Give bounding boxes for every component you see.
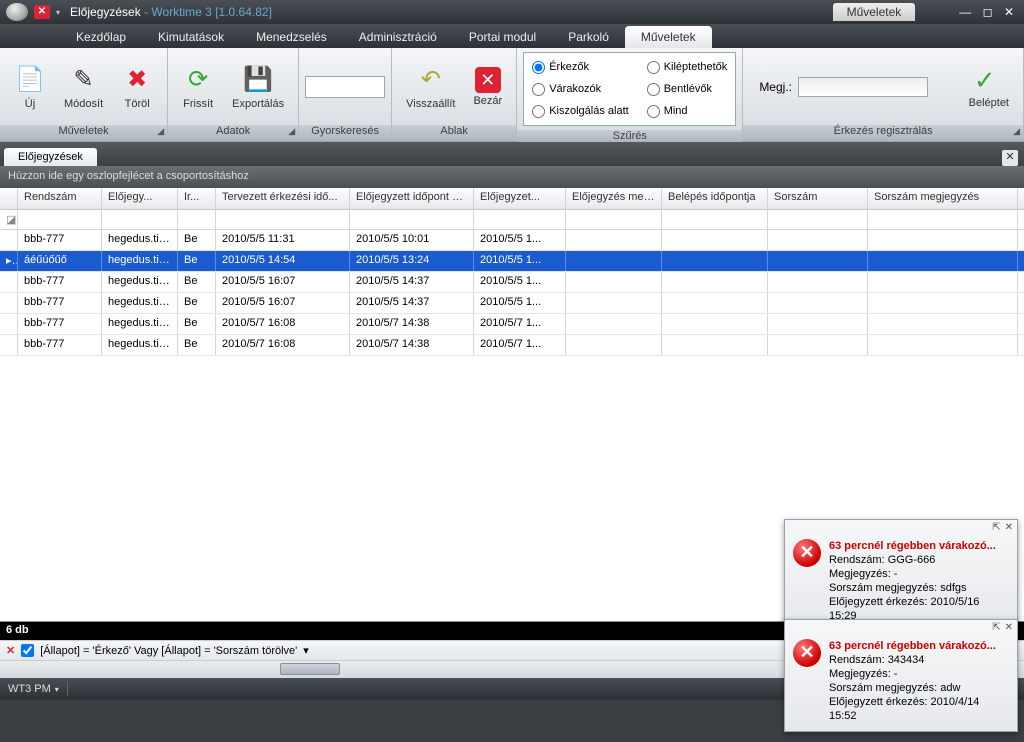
tab-kimutatasok[interactable]: Kimutatások [142, 26, 240, 48]
col-elojegyz2[interactable]: Előjegyzet... [474, 188, 566, 209]
ribbon-tabs: Kezdőlap Kimutatások Menedzselés Adminis… [0, 24, 1024, 48]
close-x-icon: ✕ [475, 67, 501, 93]
window-title: Előjegyzések - Worktime 3 [1.0.64.82] [70, 5, 272, 19]
filter-dropdown-icon[interactable]: ▾ [303, 644, 309, 657]
radio-bentlevok[interactable]: Bentlévők [647, 79, 728, 99]
beleptet-button[interactable]: ✓Beléptet [961, 63, 1017, 111]
grid-filter-row: ◪ [0, 210, 1024, 230]
quicksearch-input[interactable] [305, 76, 385, 98]
notification-toast: ⇱✕ ✕ 63 percnél régebben várakozó... Ren… [784, 619, 1018, 732]
ribbon-group-muveletek: 📄Új ✎Módosít ✖Töröl Műveletek◢ [0, 48, 168, 141]
megj-input[interactable] [798, 77, 928, 97]
col-sorszam[interactable]: Sorszám [768, 188, 868, 209]
col-elojegyzett[interactable]: Előjegyzett időpont a... [350, 188, 474, 209]
filter-enabled-checkbox[interactable] [21, 644, 34, 657]
close-window-button[interactable]: ✕Bezár [465, 65, 510, 109]
delete-button[interactable]: ✖Töröl [113, 62, 161, 112]
scrollbar-thumb[interactable] [280, 663, 340, 675]
clear-filter-button[interactable]: ✕ [6, 644, 15, 657]
delete-x-icon: ✖ [121, 64, 153, 96]
table-row[interactable]: bbb-777hegedus.tiborBe2010/5/7 16:082010… [0, 314, 1024, 335]
edit-button[interactable]: ✎Módosít [56, 62, 111, 112]
col-elojegy[interactable]: Előjegy... [102, 188, 178, 209]
refresh-button[interactable]: ⟳Frissít [174, 62, 222, 112]
radio-mind[interactable]: Mind [647, 101, 728, 121]
status-left: WT3 PM [8, 683, 51, 695]
col-belepes[interactable]: Belépés időpontja [662, 188, 768, 209]
group-expand-icon[interactable]: ◢ [288, 126, 295, 137]
toast-pin-icon[interactable]: ⇱ [992, 522, 1000, 533]
col-tervezett[interactable]: Tervezett érkezési idő... [216, 188, 350, 209]
col-irany[interactable]: Ir... [178, 188, 216, 209]
document-tab[interactable]: Előjegyzések [4, 148, 97, 166]
minimize-button[interactable]: — [959, 5, 971, 19]
document-icon: 📄 [14, 64, 46, 96]
group-expand-icon[interactable]: ◢ [1013, 126, 1020, 137]
pencil-icon: ✎ [68, 64, 100, 96]
table-row[interactable]: bbb-777hegedus.tiborBe2010/5/7 16:082010… [0, 335, 1024, 356]
tab-adminisztracio[interactable]: Adminisztráció [343, 26, 453, 48]
col-rendszam[interactable]: Rendszám [18, 188, 102, 209]
window-buttons: — ◻ ✕ [955, 5, 1018, 19]
table-row[interactable]: bbb-777hegedus.tiborBe2010/5/5 16:072010… [0, 293, 1024, 314]
filter-radio-group: Érkezők Kiléptethetők Várakozók Bentlévő… [523, 52, 736, 126]
check-icon: ✓ [974, 65, 1004, 95]
filter-glyph[interactable]: ◪ [0, 210, 18, 229]
ribbon-group-szures: Érkezők Kiléptethetők Várakozók Bentlévő… [517, 48, 743, 141]
col-megj[interactable]: Előjegyzés megj... [566, 188, 662, 209]
refresh-icon: ⟳ [182, 64, 214, 96]
app-icon [6, 3, 28, 21]
ribbon-group-ablak: ↶Visszaállít ✕Bezár Ablak [392, 48, 517, 141]
quick-dropdown-icon[interactable]: ▾ [56, 8, 60, 17]
undo-icon: ↶ [415, 64, 447, 96]
error-icon: ✕ [793, 539, 821, 567]
tab-menedzseles[interactable]: Menedzselés [240, 26, 343, 48]
col-sorszam-megj[interactable]: Sorszám megjegyzés [868, 188, 1018, 209]
restore-button[interactable]: ↶Visszaállít [398, 62, 463, 112]
group-expand-icon[interactable]: ◢ [157, 126, 164, 137]
title-bar: ✕ ▾ Előjegyzések - Worktime 3 [1.0.64.82… [0, 0, 1024, 24]
col-indicator[interactable] [0, 188, 18, 209]
notification-toast: ⇱✕ ✕ 63 percnél régebben várakozó... Ren… [784, 519, 1018, 632]
ribbon-group-erkezes: Megj.: ✓Beléptet Érkezés regisztrálás◢ [743, 48, 1024, 141]
tab-muveletek[interactable]: Műveletek [625, 26, 712, 48]
tab-parkolo[interactable]: Parkoló [552, 26, 625, 48]
grid-header: Rendszám Előjegy... Ir... Tervezett érke… [0, 188, 1024, 210]
export-button[interactable]: 💾Exportálás [224, 62, 292, 112]
table-row[interactable]: ▸áéűúőűőhegedus.tiborBe2010/5/5 14:54201… [0, 251, 1024, 272]
radio-kiszolgalas[interactable]: Kiszolgálás alatt [532, 101, 629, 121]
filter-expression: [Állapot] = 'Érkező' Vagy [Állapot] = 'S… [40, 645, 297, 657]
toast-title: 63 percnél régebben várakozó... [829, 539, 1009, 553]
radio-erkezok[interactable]: Érkezők [532, 57, 629, 77]
ribbon: 📄Új ✎Módosít ✖Töröl Műveletek◢ ⟳Frissít … [0, 48, 1024, 142]
toast-title: 63 percnél régebben várakozó... [829, 639, 1009, 653]
tab-kezdolap[interactable]: Kezdőlap [60, 26, 142, 48]
ribbon-group-adatok: ⟳Frissít 💾Exportálás Adatok◢ [168, 48, 299, 141]
radio-kileptethetok[interactable]: Kiléptethetők [647, 57, 728, 77]
close-button[interactable]: ✕ [1004, 5, 1014, 19]
toast-close-icon[interactable]: ✕ [1005, 622, 1013, 633]
save-icon: 💾 [242, 64, 274, 96]
document-tab-bar: Előjegyzések ✕ [0, 142, 1024, 166]
status-dropdown-icon[interactable]: ▾ [55, 685, 59, 694]
quick-close-icon[interactable]: ✕ [34, 5, 50, 19]
radio-varakozok[interactable]: Várakozók [532, 79, 629, 99]
ribbon-group-gyorskereses: Gyorskeresés [299, 48, 392, 141]
maximize-button[interactable]: ◻ [983, 5, 993, 19]
context-tab[interactable]: Műveletek [833, 3, 916, 21]
toast-pin-icon[interactable]: ⇱ [992, 622, 1000, 633]
group-by-area[interactable]: Húzzon ide egy oszlopfejlécet a csoporto… [0, 166, 1024, 188]
error-icon: ✕ [793, 639, 821, 667]
new-button[interactable]: 📄Új [6, 62, 54, 112]
document-close-button[interactable]: ✕ [1002, 150, 1018, 166]
table-row[interactable]: bbb-777hegedus.tiborBe2010/5/5 11:312010… [0, 230, 1024, 251]
toast-close-icon[interactable]: ✕ [1005, 522, 1013, 533]
megj-label: Megj.: [759, 80, 792, 94]
table-row[interactable]: bbb-777hegedus.tiborBe2010/5/5 16:072010… [0, 272, 1024, 293]
tab-portai-modul[interactable]: Portai modul [453, 26, 552, 48]
